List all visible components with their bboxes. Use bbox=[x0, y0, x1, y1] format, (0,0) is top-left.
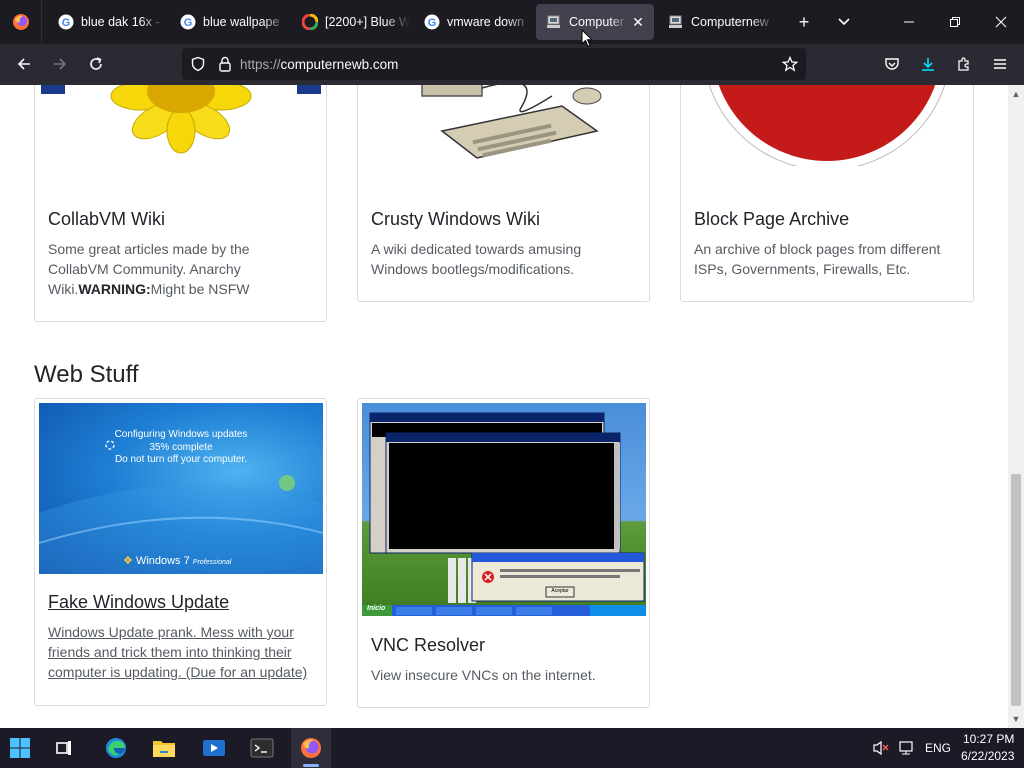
card-title: CollabVM Wiki bbox=[48, 209, 166, 229]
restore-icon[interactable] bbox=[932, 0, 978, 44]
clock-time[interactable]: 10:27 PM bbox=[963, 732, 1014, 746]
xp-dialog-button-label: Aceptar bbox=[551, 588, 569, 594]
hamburger-menu-icon[interactable] bbox=[982, 48, 1018, 80]
card-crusty-windows-wiki[interactable]: Crusty Windows Wiki A wiki dedicated tow… bbox=[357, 85, 650, 302]
card-title: Crusty Windows Wiki bbox=[371, 209, 541, 229]
network-icon[interactable] bbox=[898, 740, 916, 761]
tab-label: vmware down bbox=[447, 15, 525, 29]
card-vnc-resolver[interactable]: Inicio Aceptar VNC Resolver View insecur… bbox=[357, 398, 650, 708]
input-language-indicator[interactable]: ENG bbox=[925, 741, 951, 755]
navigation-bar: https://computernewb.com bbox=[0, 44, 1024, 85]
card-description: View insecure VNCs on the internet. bbox=[371, 667, 596, 683]
lock-icon[interactable] bbox=[218, 56, 232, 72]
clock-date[interactable]: 6/22/2023 bbox=[961, 749, 1014, 763]
card-description: Some great articles made by the CollabVM… bbox=[48, 239, 288, 299]
new-tab-plus-icon[interactable]: + bbox=[786, 4, 822, 40]
desc-tail: Might be NSFW bbox=[150, 281, 250, 297]
tab-blue-dak[interactable]: G blue dak 16x - bbox=[48, 4, 166, 40]
tab-2200-blue[interactable]: [2200+] Blue W bbox=[292, 4, 410, 40]
pocket-icon[interactable] bbox=[874, 48, 910, 80]
computer-keyboard-image bbox=[362, 85, 646, 166]
url-text[interactable]: https://computernewb.com bbox=[240, 57, 398, 72]
video-player-icon[interactable] bbox=[194, 728, 234, 768]
task-view-icon[interactable] bbox=[44, 728, 84, 768]
page-scrollbar[interactable]: ▲ ▼ bbox=[1008, 85, 1024, 728]
tab-computernewb-2[interactable]: Computernew bbox=[658, 4, 776, 40]
tab-label: Computer bbox=[569, 15, 624, 29]
list-all-tabs-chevron-icon[interactable] bbox=[826, 4, 862, 40]
svg-text:G: G bbox=[428, 17, 437, 29]
tab-label: blue wallpape bbox=[203, 15, 280, 29]
card-title: Block Page Archive bbox=[694, 209, 850, 229]
edge-browser-icon[interactable] bbox=[96, 728, 136, 768]
scroll-up-arrow-icon[interactable]: ▲ bbox=[1008, 87, 1024, 101]
xp-start-label: Inicio bbox=[367, 605, 386, 612]
collabvm-logo-image bbox=[39, 85, 323, 186]
tracking-protection-shield-icon[interactable] bbox=[190, 56, 206, 72]
wallpaper-site-icon bbox=[302, 14, 318, 30]
tab-label: blue dak 16x - bbox=[81, 15, 160, 29]
scroll-down-arrow-icon[interactable]: ▼ bbox=[1008, 712, 1024, 726]
forward-arrow-icon[interactable] bbox=[42, 48, 78, 80]
windows-start-icon[interactable] bbox=[0, 728, 40, 768]
tab-label: [2200+] Blue W bbox=[325, 15, 410, 29]
tab-strip: G blue dak 16x - G blue wallpape [2200+]… bbox=[0, 0, 1024, 44]
url-bar[interactable]: https://computernewb.com bbox=[182, 48, 806, 80]
warning-label: WARNING: bbox=[78, 281, 151, 297]
update-line-2: 35% complete bbox=[149, 442, 213, 453]
tab-computernewb-active[interactable]: Computer ✕ bbox=[536, 4, 654, 40]
card-description: A wiki dedicated towards amusing Windows… bbox=[371, 241, 582, 277]
url-host: computernewb.com bbox=[280, 56, 399, 72]
tab-blue-wallpaper[interactable]: G blue wallpape bbox=[170, 4, 288, 40]
bookmark-star-icon[interactable] bbox=[782, 56, 798, 72]
svg-text:G: G bbox=[62, 17, 71, 29]
close-tab-icon[interactable]: ✕ bbox=[628, 12, 648, 32]
svg-text:G: G bbox=[184, 17, 193, 29]
url-protocol: https:// bbox=[240, 56, 281, 72]
card-description: An archive of block pages from different… bbox=[694, 241, 941, 277]
windows-7-logo: ❖ Windows 7 Professional bbox=[123, 555, 232, 567]
extensions-puzzle-icon[interactable] bbox=[946, 48, 982, 80]
windows-edition-text: Professional bbox=[192, 559, 232, 566]
back-arrow-icon[interactable] bbox=[6, 48, 42, 80]
scroll-thumb[interactable] bbox=[1011, 474, 1021, 706]
card-title-link[interactable]: Fake Windows Update bbox=[48, 592, 229, 613]
tab-label: Computernew bbox=[691, 15, 769, 29]
windows-logo-text: Windows 7 bbox=[135, 555, 190, 567]
computernewb-icon bbox=[668, 14, 684, 30]
mouse-cursor-icon bbox=[581, 28, 594, 53]
card-collabvm-wiki[interactable]: CollabVM Wiki Some great articles made b… bbox=[34, 85, 327, 322]
stop-sign-image bbox=[685, 85, 969, 166]
firefox-menu-icon[interactable] bbox=[0, 0, 42, 44]
card-description-link[interactable]: Windows Update prank. Mess with your fri… bbox=[48, 622, 318, 682]
volume-muted-icon[interactable] bbox=[872, 740, 890, 761]
firefox-taskbar-icon[interactable] bbox=[291, 728, 331, 768]
close-window-icon[interactable] bbox=[978, 0, 1024, 44]
vnc-xp-screenshot: Inicio Aceptar bbox=[362, 403, 646, 616]
computernewb-icon bbox=[546, 14, 562, 30]
file-explorer-icon[interactable] bbox=[144, 728, 184, 768]
google-icon: G bbox=[180, 14, 196, 30]
update-line-3: Do not turn off your computer. bbox=[114, 454, 248, 465]
card-fake-windows-update[interactable]: Configuring Windows updates 35% complete… bbox=[34, 398, 327, 706]
google-icon: G bbox=[58, 14, 74, 30]
update-line-1: Configuring Windows updates bbox=[114, 429, 248, 440]
minimize-icon[interactable] bbox=[886, 0, 932, 44]
windows-update-screenshot: Configuring Windows updates 35% complete… bbox=[39, 403, 323, 574]
windows-taskbar: ENG 10:27 PM 6/22/2023 bbox=[0, 728, 1024, 768]
card-block-page-archive[interactable]: Block Page Archive An archive of block p… bbox=[680, 85, 974, 302]
reload-icon[interactable] bbox=[78, 48, 114, 80]
tab-vmware[interactable]: G vmware down bbox=[414, 4, 532, 40]
google-icon: G bbox=[424, 14, 440, 30]
page-viewport: CollabVM Wiki Some great articles made b… bbox=[0, 85, 1008, 728]
downloads-icon[interactable] bbox=[910, 48, 946, 80]
terminal-icon[interactable] bbox=[242, 728, 282, 768]
section-title-web-stuff: Web Stuff bbox=[34, 361, 139, 388]
card-title: VNC Resolver bbox=[371, 635, 486, 655]
